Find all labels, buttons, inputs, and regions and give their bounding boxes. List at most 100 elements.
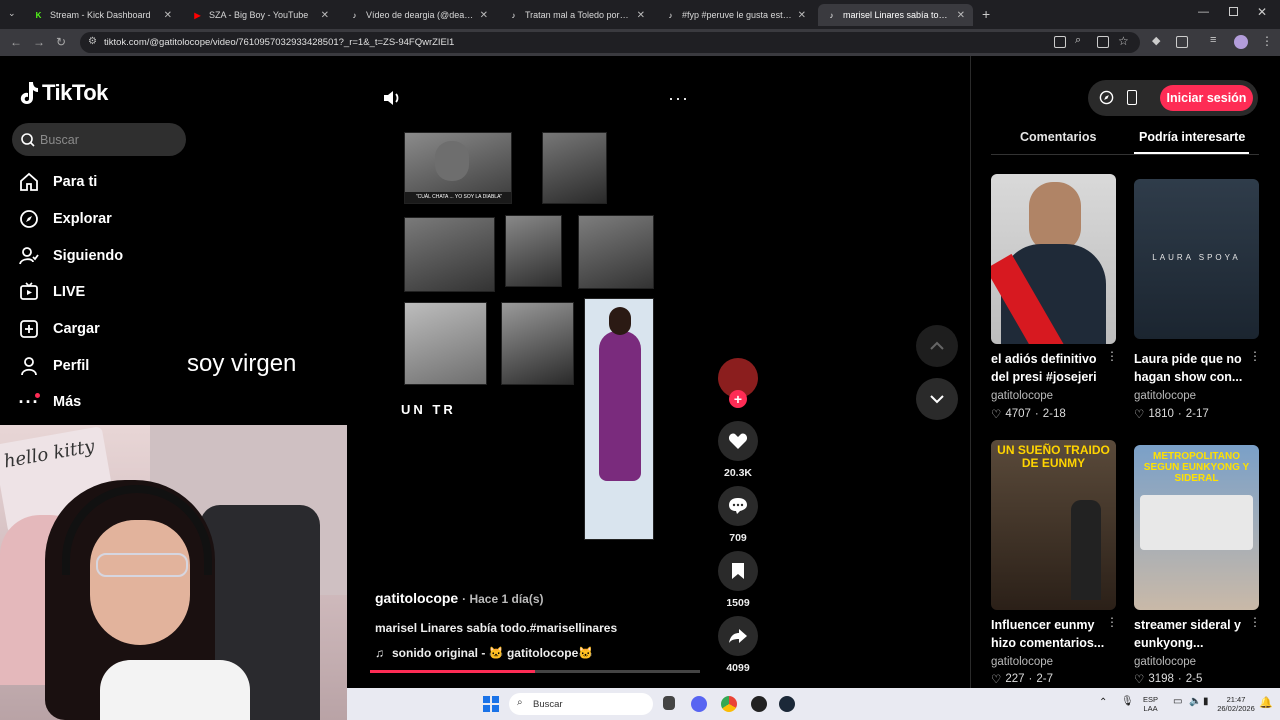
card-more-icon-4[interactable]: ⋮: [1249, 615, 1261, 629]
card-author-1[interactable]: gatitolocope: [991, 390, 1053, 402]
card-thumbnail-3[interactable]: UN SUEÑO TRAIDO DE EUNMY: [991, 440, 1116, 610]
follow-plus-icon[interactable]: +: [729, 390, 747, 408]
card-more-icon-3[interactable]: ⋮: [1106, 615, 1118, 629]
extensions-puzzle-icon[interactable]: [1176, 36, 1188, 48]
profile-avatar[interactable]: [1234, 35, 1248, 49]
media-icon[interactable]: ≡: [1210, 34, 1216, 46]
stats-separator: ·: [1177, 408, 1182, 420]
install-app-icon[interactable]: [1097, 36, 1109, 48]
previous-video-button[interactable]: [916, 325, 958, 367]
site-info-icon[interactable]: ⚙: [88, 36, 97, 47]
card-author-2[interactable]: gatitolocope: [1134, 390, 1196, 402]
author-link[interactable]: gatitolocope: [375, 590, 458, 606]
steam-icon[interactable]: [779, 696, 795, 712]
taskbar-search[interactable]: ⌕ Buscar: [509, 693, 653, 715]
close-tab-icon[interactable]: ✕: [637, 10, 645, 21]
sidebar-item-mas[interactable]: ··· Más: [18, 390, 81, 414]
card-title-1[interactable]: el adiós definitivo del presi #josejeri: [991, 350, 1111, 386]
tray-chevron-icon[interactable]: ⌃: [1099, 697, 1107, 708]
clock-time: 21:47: [1226, 695, 1246, 704]
discord-icon[interactable]: [691, 696, 707, 712]
address-bar-row: ← → ↻ ⚙ tiktok.com/@gatitolocope/video/7…: [0, 29, 1280, 56]
next-video-button[interactable]: [916, 378, 958, 420]
microphone-icon[interactable]: 🎙: [1121, 696, 1134, 707]
close-tab-icon[interactable]: ✕: [164, 10, 172, 21]
notification-bell-icon[interactable]: 🔔: [1259, 696, 1273, 709]
card-title-2[interactable]: Laura pide que no hagan show con...: [1134, 350, 1254, 386]
task-view-icon[interactable]: [663, 696, 675, 710]
browser-tab[interactable]: ♪ Vídeo de deargia (@deargia) re ✕: [341, 4, 496, 26]
back-icon[interactable]: ←: [10, 35, 22, 49]
card-more-icon-2[interactable]: ⋮: [1249, 349, 1261, 363]
forward-icon[interactable]: →: [33, 35, 45, 49]
comment-icon[interactable]: [718, 486, 758, 526]
chrome-icon[interactable]: [721, 696, 737, 712]
battery-icon[interactable]: ▮: [1203, 696, 1209, 707]
close-window-button[interactable]: ✕: [1257, 5, 1267, 19]
video-description[interactable]: marisel Linares sabía todo.#marisellinar…: [375, 621, 617, 635]
card-author-4[interactable]: gatitolocope: [1134, 656, 1196, 668]
zoom-icon[interactable]: ⌕: [1075, 34, 1081, 47]
caption-strip: "CUÁL CHATA ... YO SOY LA DIABLA": [405, 192, 511, 203]
sidebar-item-para-ti[interactable]: Para ti: [18, 170, 97, 194]
extension-icon[interactable]: ◆: [1152, 34, 1160, 47]
tiktok-logo[interactable]: TikTok: [18, 80, 108, 106]
explore-compass-icon[interactable]: [1099, 90, 1114, 110]
sidebar-item-cargar[interactable]: Cargar: [18, 317, 100, 341]
login-button[interactable]: Iniciar sesión: [1160, 85, 1253, 111]
reload-icon[interactable]: ↻: [56, 35, 66, 49]
youtube-icon: ▶: [194, 10, 201, 20]
card-thumbnail-1[interactable]: [991, 174, 1116, 344]
sidebar-item-explorar[interactable]: Explorar: [18, 207, 112, 231]
search-input[interactable]: Buscar: [12, 123, 186, 156]
browser-menu-icon[interactable]: ⋮: [1261, 34, 1273, 48]
mobile-icon[interactable]: [1127, 90, 1137, 105]
url-field[interactable]: ⚙ tiktok.com/@gatitolocope/video/7610957…: [80, 32, 1140, 53]
video-progress-bar[interactable]: [370, 670, 700, 673]
bookmark-star-icon[interactable]: ☆: [1118, 34, 1129, 48]
translate-icon[interactable]: [1054, 36, 1066, 48]
sound-row[interactable]: ♫ sonido original - 🐱 gatitolocope🐱: [375, 646, 593, 660]
minimize-button[interactable]: —: [1198, 6, 1209, 18]
video-photo-1: "CUÁL CHATA ... YO SOY LA DIABLA": [404, 132, 512, 204]
browser-tab[interactable]: K Stream - Kick Dashboard ✕: [25, 4, 180, 26]
close-tab-icon[interactable]: ✕: [480, 10, 488, 21]
card-thumbnail-4[interactable]: METROPOLITANO SEGUN EUNKYONG Y SIDERAL: [1134, 445, 1259, 610]
card-more-icon-1[interactable]: ⋮: [1106, 349, 1118, 363]
tab-search-button[interactable]: ⌄: [8, 8, 16, 19]
sidebar-item-live[interactable]: LIVE: [18, 280, 85, 304]
card-title-4[interactable]: streamer sideral y eunkyong...: [1134, 616, 1254, 652]
heart-icon[interactable]: [718, 421, 758, 461]
stats-separator: ·: [1034, 408, 1039, 420]
bookmark-icon[interactable]: [718, 551, 758, 591]
card-thumbnail-2[interactable]: LAURA SPOYA: [1134, 179, 1259, 339]
like-action[interactable]: 20.3K: [718, 421, 758, 479]
card-title-3[interactable]: Influencer eunmy hizo comentarios...: [991, 616, 1111, 652]
tab-comentarios[interactable]: Comentarios: [1020, 130, 1096, 144]
browser-tab[interactable]: ▶ SZA - Big Boy - YouTube ✕: [184, 4, 337, 26]
browser-tab[interactable]: ♪ #fyp #peruve le gusta este colo ✕: [657, 4, 814, 26]
tab-podria-interesarte[interactable]: Podría interesarte: [1139, 130, 1245, 144]
close-tab-icon[interactable]: ✕: [321, 10, 329, 21]
search-placeholder: Buscar: [40, 132, 79, 147]
share-action[interactable]: 4099: [718, 616, 758, 674]
obs-icon[interactable]: [751, 696, 767, 712]
sidebar-item-perfil[interactable]: Perfil: [18, 354, 89, 378]
browser-tab[interactable]: ♪ marisel Linares sabía todo. ✕: [818, 4, 973, 26]
comment-action[interactable]: 709: [718, 486, 758, 544]
speaker-icon[interactable]: 🔈: [1189, 696, 1201, 707]
save-action[interactable]: 1509: [718, 551, 758, 609]
new-tab-button[interactable]: +: [982, 6, 990, 22]
sidebar-item-siguiendo[interactable]: Siguiendo: [18, 244, 123, 268]
card-date: 2-5: [1185, 673, 1203, 685]
language-indicator[interactable]: ESP LAA: [1143, 695, 1158, 713]
windows-start-icon[interactable]: [483, 696, 499, 712]
browser-tab[interactable]: ♪ Tratan mal a Toledo por ser po ✕: [500, 4, 653, 26]
close-tab-icon[interactable]: ✕: [957, 10, 965, 21]
card-author-3[interactable]: gatitolocope: [991, 656, 1053, 668]
network-icon[interactable]: ▭: [1173, 696, 1182, 707]
clock[interactable]: 21:47 26/02/2026: [1215, 695, 1257, 713]
share-icon[interactable]: [718, 616, 758, 656]
restore-button[interactable]: [1229, 7, 1238, 16]
close-tab-icon[interactable]: ✕: [798, 10, 806, 21]
